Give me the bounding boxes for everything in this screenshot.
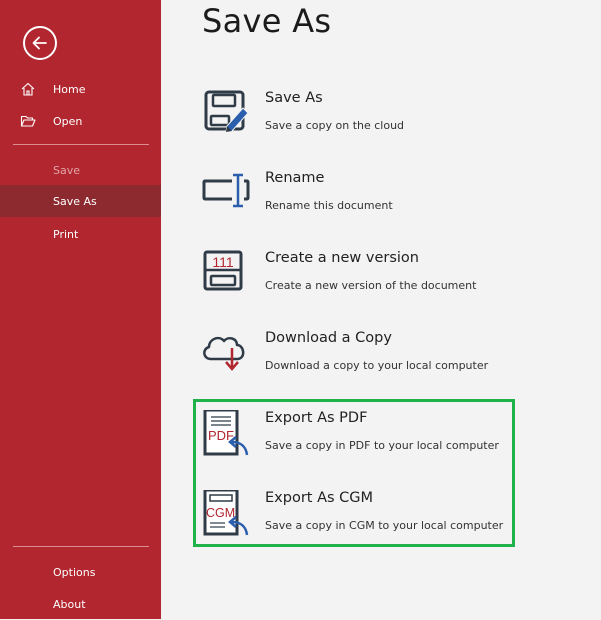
sidebar-item-options[interactable]: Options [0,556,161,588]
option-description: Create a new version of the document [265,279,477,292]
sidebar-item-save[interactable]: Save [0,154,161,186]
option-title: Rename [265,170,325,186]
home-icon [21,82,35,96]
sidebar: Home Open Save Save As Print Options Abo… [0,0,161,619]
sidebar-item-label: Save As [53,194,97,208]
option-create-version[interactable]: 111 Create a new version Create a new ve… [196,250,506,314]
version-icon: 111 [203,250,243,291]
sidebar-divider [13,144,149,145]
option-title: Export As PDF [265,410,368,426]
sidebar-item-label: Home [53,82,86,96]
option-description: Save a copy in PDF to your local compute… [265,439,499,452]
cloud-download-icon [203,336,245,371]
version-icon-text: 111 [212,254,233,270]
sidebar-item-about[interactable]: About [0,588,161,620]
cgm-export-icon: CGM [203,490,249,536]
option-description: Download a copy to your local computer [265,359,489,372]
option-description: Save a copy on the cloud [265,119,405,132]
option-title: Create a new version [265,250,419,266]
sidebar-item-label: Print [53,227,79,241]
page-title: Save As [202,2,332,40]
option-export-pdf[interactable]: PDF Export As PDF Save a copy in PDF to … [196,410,506,474]
option-description: Save a copy in CGM to your local compute… [265,519,504,532]
sidebar-item-print[interactable]: Print [0,218,161,250]
option-save-as[interactable]: Save As Save a copy on the cloud [196,90,506,154]
sidebar-divider [13,546,149,547]
cgm-icon-text: CGM [206,506,235,520]
back-arrow-icon [32,36,47,50]
option-title: Save As [265,90,323,106]
back-button[interactable] [23,26,57,60]
option-rename[interactable]: Rename Rename this document [196,170,506,234]
sidebar-item-open[interactable]: Open [0,105,161,137]
option-title: Export As CGM [265,490,374,506]
option-description: Rename this document [265,199,393,212]
sidebar-item-save-as[interactable]: Save As [0,185,161,217]
sidebar-item-label: Open [53,114,83,128]
sidebar-item-label: Options [53,565,96,579]
sidebar-item-label: About [53,597,86,611]
pdf-export-icon: PDF [203,410,249,456]
save-edit-icon [204,90,249,133]
rename-icon [202,173,250,208]
option-export-cgm[interactable]: CGM Export As CGM Save a copy in CGM to … [196,490,506,554]
folder-open-icon [20,115,36,127]
sidebar-item-label: Save [53,163,81,177]
sidebar-item-home[interactable]: Home [0,73,161,105]
option-title: Download a Copy [265,330,392,346]
option-download-copy[interactable]: Download a Copy Download a copy to your … [196,330,506,394]
